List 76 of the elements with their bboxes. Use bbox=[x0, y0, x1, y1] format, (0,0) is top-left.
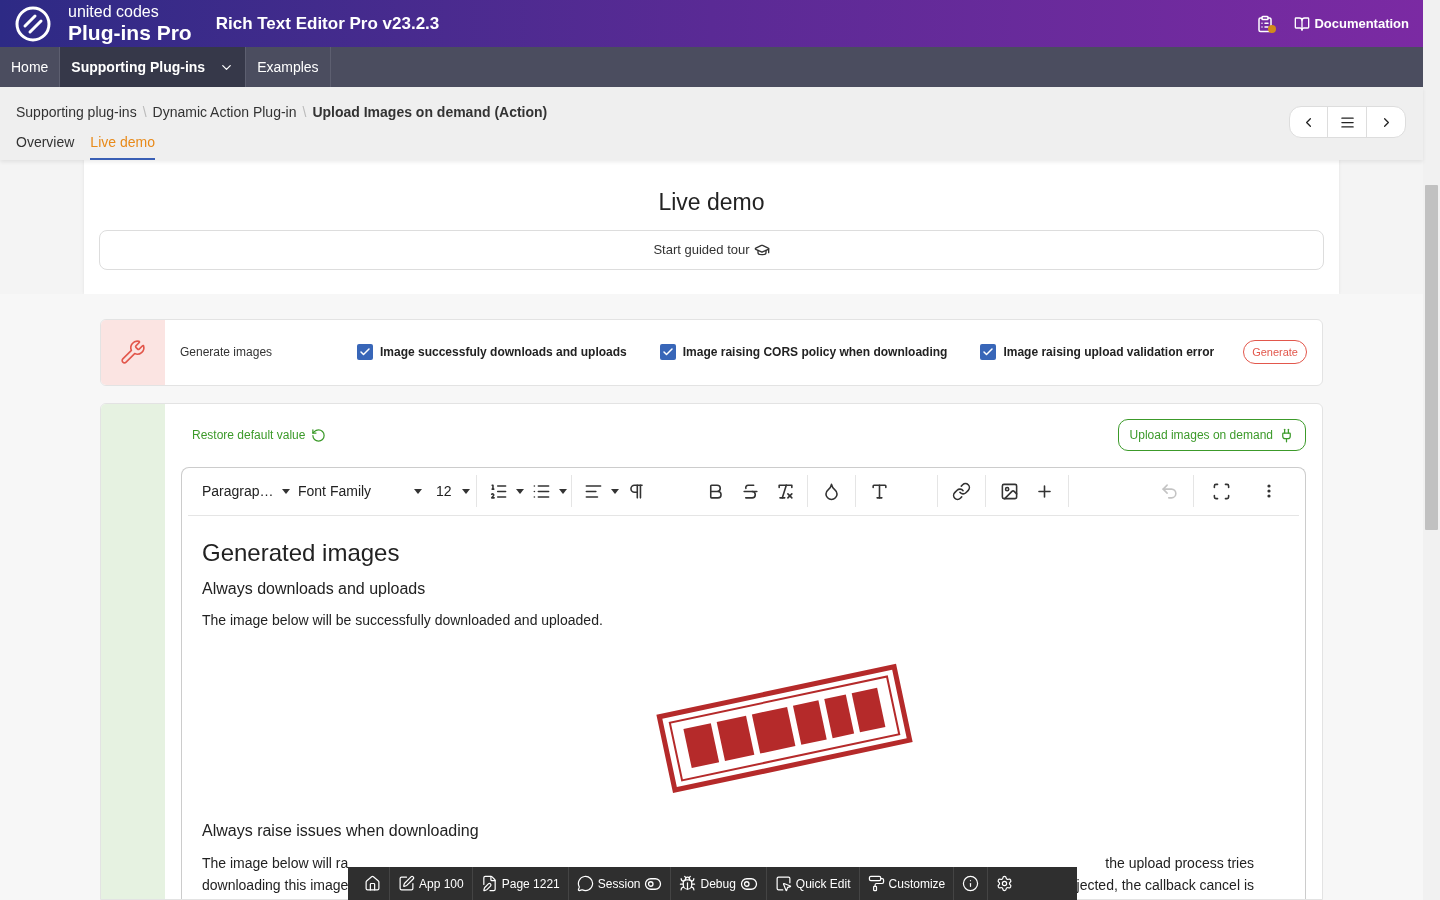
pencil-square-icon bbox=[398, 875, 415, 892]
book-icon bbox=[1294, 15, 1311, 32]
bug-icon bbox=[679, 875, 697, 892]
checkbox-label: Image raising upload validation error bbox=[1003, 344, 1215, 361]
breadcrumb-link[interactable]: Dynamic Action Plug-in bbox=[152, 102, 297, 123]
fullscreen-icon bbox=[1212, 481, 1231, 501]
checkbox[interactable] bbox=[357, 344, 373, 360]
check-icon bbox=[359, 346, 371, 358]
documentation-link[interactable]: Documentation bbox=[1294, 13, 1409, 34]
check-icon bbox=[661, 346, 674, 358]
page-title: Live demo bbox=[658, 188, 765, 217]
image-icon bbox=[999, 481, 1019, 501]
developer-toolbar-button[interactable]: Quick Edit bbox=[766, 867, 860, 900]
caret-icon bbox=[281, 488, 290, 494]
generate-label: Generate images bbox=[180, 344, 274, 361]
settings-icon bbox=[996, 875, 1014, 892]
caret-icon bbox=[610, 488, 619, 494]
block-format-dropdown[interactable]: Paragrap… bbox=[188, 475, 294, 507]
caret-icon bbox=[558, 488, 567, 494]
checkbox[interactable] bbox=[659, 344, 676, 360]
info-icon bbox=[962, 875, 980, 892]
undo-icon bbox=[1160, 481, 1179, 501]
logo-icon bbox=[14, 4, 52, 43]
warning-badge bbox=[1268, 24, 1277, 33]
caret-icon bbox=[515, 488, 524, 494]
content-paragraph: downloading this image bbox=[202, 875, 349, 895]
content-paragraph: the upload process tries bbox=[1105, 853, 1254, 873]
paint-roller-icon bbox=[867, 875, 885, 892]
checkbox[interactable] bbox=[980, 344, 997, 360]
clear-formatting-icon bbox=[775, 481, 795, 501]
content-paragraph: jected, the callback cancel is bbox=[1076, 875, 1254, 895]
breadcrumb-link[interactable]: Supporting plug-ins bbox=[16, 102, 137, 123]
developer-toolbar-button[interactable]: Debug bbox=[671, 867, 767, 900]
text-size-icon bbox=[869, 481, 889, 501]
brand-name: Plug-ins Pro bbox=[68, 22, 192, 43]
font-size-dropdown[interactable]: 12 bbox=[428, 475, 477, 507]
developer-toolbar-button[interactable]: Page 1221 bbox=[472, 867, 569, 900]
more-icon bbox=[1267, 484, 1271, 498]
speech-bubble-icon bbox=[576, 875, 594, 892]
breadcrumb-link[interactable]: Upload Images on demand (Action) bbox=[312, 102, 548, 123]
developer-toolbar-button[interactable]: App 100 bbox=[390, 867, 473, 900]
caret-icon bbox=[414, 488, 422, 494]
breadcrumb-separator: \ bbox=[142, 103, 147, 122]
page-tab[interactable]: Overview bbox=[16, 132, 75, 160]
app-title: Rich Text Editor Pro v23.2.3 bbox=[215, 12, 440, 35]
font-family-dropdown[interactable]: Font Family bbox=[294, 475, 428, 507]
nav-tab[interactable]: Supporting Plug-ins bbox=[60, 47, 247, 87]
brand-tagline: united codes bbox=[68, 4, 160, 20]
numbered-list-icon bbox=[488, 481, 508, 501]
guided-tour-button[interactable]: Start guided tour bbox=[99, 229, 1324, 270]
scrollbar-thumb[interactable] bbox=[1425, 185, 1438, 530]
list-icon bbox=[1339, 114, 1355, 130]
content-paragraph: The image below will ra bbox=[202, 853, 349, 873]
breadcrumb-separator: \ bbox=[302, 103, 307, 122]
file-pencil-icon bbox=[480, 875, 498, 892]
caret-icon bbox=[461, 488, 470, 494]
content-heading: Generated images bbox=[202, 537, 401, 568]
cursor-square-icon bbox=[774, 875, 792, 892]
link-icon bbox=[951, 481, 971, 501]
content-paragraph: The image below will be successfully downloaded and uploaded. bbox=[202, 610, 604, 630]
developer-toolbar-button[interactable]: Customize bbox=[859, 867, 955, 900]
strikethrough-icon bbox=[740, 481, 760, 501]
home-icon bbox=[364, 875, 381, 892]
plug-icon bbox=[1279, 427, 1294, 443]
clipboard-icon bbox=[1256, 14, 1275, 33]
restore-default-button[interactable]: Restore default value bbox=[192, 426, 327, 444]
content-subheading: Always raise issues when downloading bbox=[202, 820, 480, 841]
clipboard-button[interactable] bbox=[1256, 14, 1275, 33]
upload-images-button[interactable]: Upload images on demand bbox=[1117, 419, 1306, 451]
check-icon bbox=[982, 346, 995, 358]
checkbox-label: Image raising CORS policy when downloading bbox=[682, 344, 948, 361]
developer-toolbar-button[interactable]: Session bbox=[568, 867, 672, 900]
checkbox-label: Image successfuly downloads and uploads bbox=[380, 344, 627, 361]
content-subheading: Always downloads and uploads bbox=[202, 578, 427, 599]
wrench-icon bbox=[120, 339, 146, 365]
restore-icon bbox=[311, 427, 327, 443]
